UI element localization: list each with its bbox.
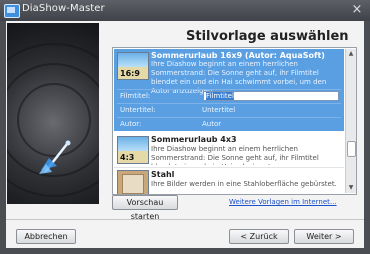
field-label: Autor: [120,120,142,128]
window-border-bottom [0,248,370,254]
cancel-button[interactable]: Abbrechen [16,229,76,244]
template-thumbnail: 16:9 [117,52,149,80]
filmtitel-input[interactable]: Filmtitel [203,91,339,101]
scroll-up-icon[interactable]: ▲ [347,50,355,58]
footer-divider [6,219,364,220]
list-scrollbar[interactable]: ▲ ▼ [345,49,356,193]
window-border-right [364,21,370,254]
template-thumbnail [117,170,149,194]
scroll-down-icon[interactable]: ▼ [347,184,355,192]
autor-value[interactable]: Autor [202,120,221,128]
template-description: Ihre Bilder werden in eine Stahloberfläc… [151,180,337,188]
list-item[interactable]: Stahl Ihre Bilder werden in eine Stahlob… [114,168,344,194]
template-list[interactable]: 16:9 Sommerurlaub 16x9 (Autor: AquaSoft)… [112,47,357,195]
untertitel-value[interactable]: Untertitel [202,106,235,114]
template-title: Stahl [151,170,175,179]
close-icon[interactable]: × [349,2,365,17]
back-button[interactable]: < Zurück [229,229,289,244]
window-title: DiaShow-Master [22,3,105,14]
title-bar: DiaShow-Master × [0,0,370,22]
field-row-untertitel: Untertitel: Untertitel [117,103,341,117]
field-label: Filmtitel: [120,92,151,100]
preview-button[interactable]: Vorschau starten [112,195,178,221]
more-templates-link[interactable]: Weitere Vorlagen im Internet... [229,198,337,206]
template-thumbnail: 4:3 [117,136,149,164]
next-button[interactable]: Weiter > [294,229,354,244]
template-title: Sommerurlaub 4x3 [151,135,237,144]
field-row-autor: Autor: Autor [117,117,341,131]
thumbnail-ratio-label: 4:3 [120,153,135,162]
page-heading: Stilvorlage auswählen [186,29,349,44]
field-row-filmtitel: Filmtitel: Filmtitel [117,89,341,103]
scrollbar-thumb[interactable] [347,141,356,157]
thumbnail-ratio-label: 16:9 [120,69,140,78]
field-label: Untertitel: [120,106,156,114]
list-item[interactable]: 4:3 Sommerurlaub 4x3 Ihre Diashow beginn… [114,133,344,168]
app-icon [4,4,20,18]
list-item-selected[interactable]: 16:9 Sommerurlaub 16x9 (Autor: AquaSoft)… [114,49,344,131]
wizard-side-image [7,23,99,204]
magic-wand-icon [39,140,71,174]
template-title: Sommerurlaub 16x9 (Autor: AquaSoft) [151,51,325,60]
template-description: Ihre Diashow beginnt an einem herrlichen… [151,145,319,165]
